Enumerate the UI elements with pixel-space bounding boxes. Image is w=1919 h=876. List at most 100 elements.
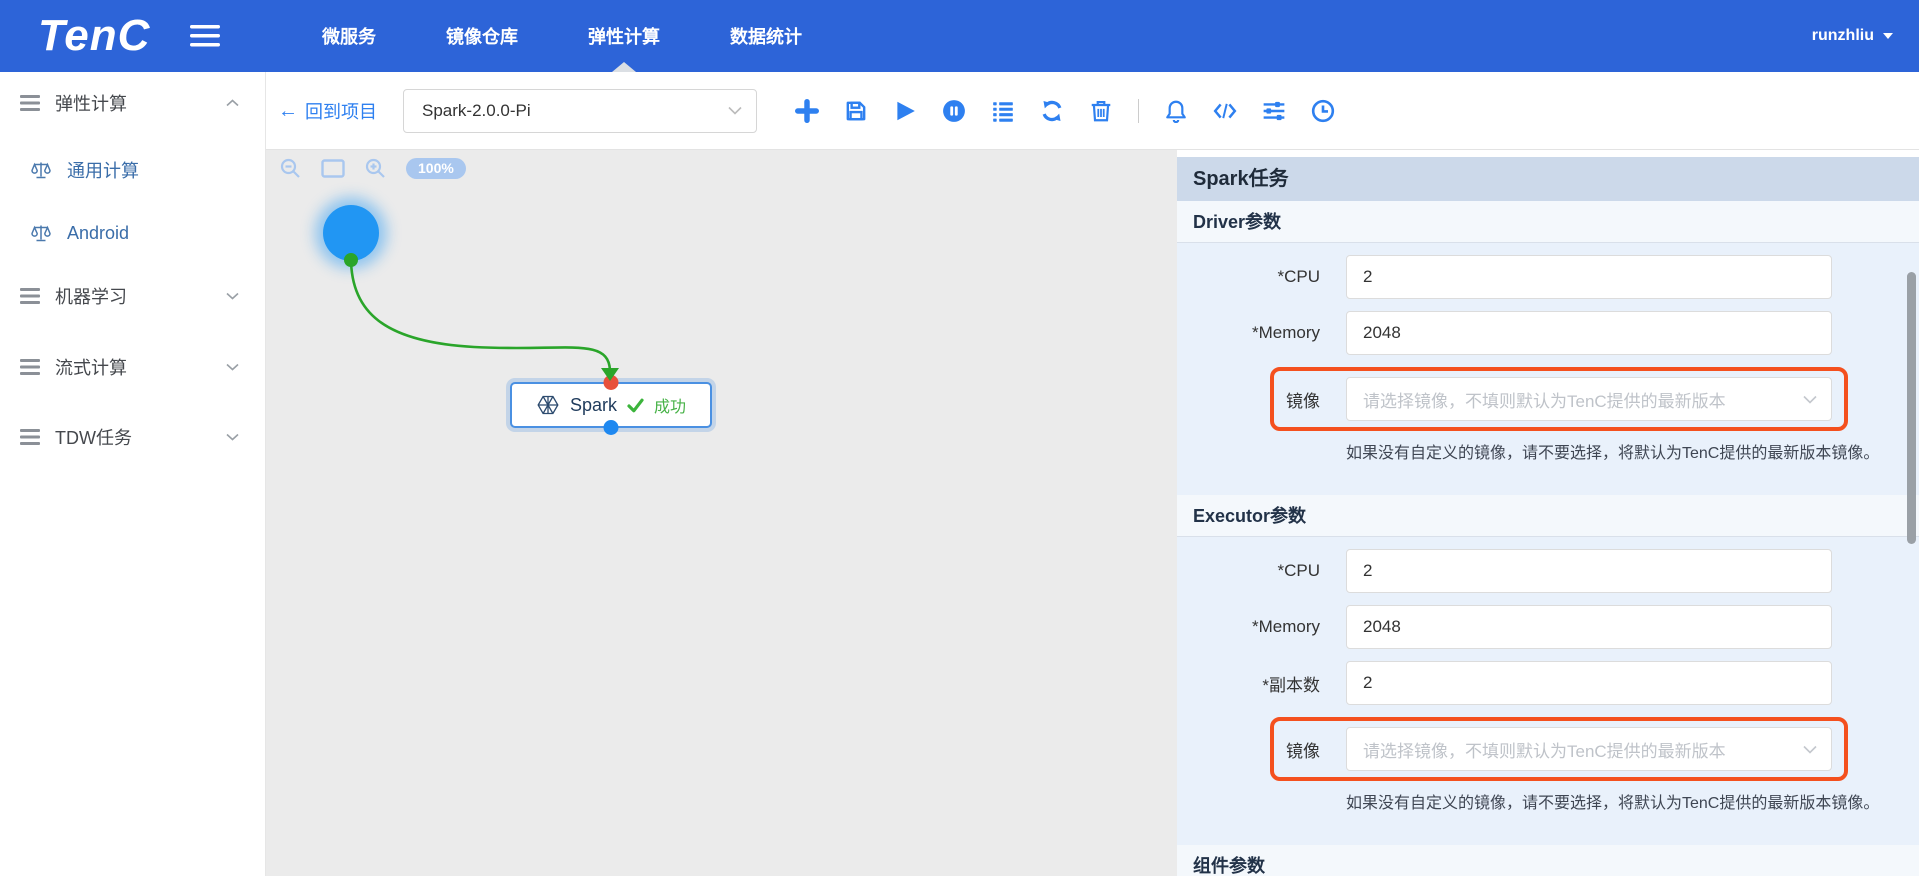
chevron-down-icon: [226, 433, 239, 441]
zoom-out-button[interactable]: [280, 158, 301, 179]
magnifier-minus-icon: [280, 158, 301, 179]
add-node-button[interactable]: [795, 99, 819, 123]
back-arrow-icon: ←: [278, 101, 298, 121]
pause-icon: [942, 99, 966, 123]
chevron-down-icon: [1883, 33, 1893, 39]
top-navigation-bar: TenC 微服务 镜像仓库 弹性计算 数据统计 runzhliu: [0, 0, 1919, 72]
balance-scale-icon: [30, 160, 52, 180]
hexagon-component-icon: [536, 393, 560, 417]
task-config-panel: Spark任务 Driver参数 *CPU *Memory 镜像 请选择镜像，不…: [1177, 150, 1919, 876]
panel-title: Spark任务: [1177, 157, 1919, 201]
executor-memory-input[interactable]: [1346, 605, 1832, 649]
nav-image-registry[interactable]: 镜像仓库: [446, 0, 518, 72]
section-title-component: 组件参数: [1177, 845, 1919, 876]
main-nav: 微服务 镜像仓库 弹性计算 数据统计: [322, 0, 802, 72]
task-list-button[interactable]: [991, 99, 1015, 123]
driver-image-row: 镜像 请选择镜像，不填则默认为TenC提供的最新版本: [1274, 377, 1832, 421]
driver-image-placeholder: 请选择镜像，不填则默认为TenC提供的最新版本: [1363, 387, 1803, 412]
sidebar-item-elastic-computing[interactable]: 弹性计算: [0, 83, 265, 123]
panel-body: Driver参数 *CPU *Memory 镜像 请选择镜像，不填则默认为Ten…: [1177, 201, 1919, 876]
clock-icon: [1311, 99, 1335, 123]
sidebar-item-general-computing[interactable]: 通用计算: [0, 150, 265, 190]
tenc-logo[interactable]: TenC: [38, 11, 150, 61]
zoom-in-button[interactable]: [365, 158, 386, 179]
sidebar: 弹性计算 通用计算 Android 机器学习: [0, 72, 266, 876]
section-title-driver: Driver参数: [1177, 201, 1919, 243]
executor-memory-label: *Memory: [1177, 617, 1320, 637]
driver-image-highlight-annotation: 镜像 请选择镜像，不填则默认为TenC提供的最新版本: [1270, 367, 1848, 431]
start-node-output-port[interactable]: [344, 253, 358, 267]
panel-scrollbar[interactable]: [1907, 272, 1916, 544]
fit-view-button[interactable]: [321, 159, 345, 178]
executor-image-highlight-annotation: 镜像 请选择镜像，不填则默认为TenC提供的最新版本: [1270, 717, 1848, 781]
list-icon: [20, 429, 40, 445]
sidebar-item-machine-learning[interactable]: 机器学习: [0, 276, 265, 316]
pipeline-select-value: Spark-2.0.0-Pi: [422, 101, 531, 121]
list-icon: [991, 99, 1015, 123]
sidebar-item-android[interactable]: Android: [0, 213, 265, 253]
nav-data-statistics[interactable]: 数据统计: [730, 0, 802, 72]
username: runzhliu: [1812, 27, 1874, 45]
executor-memory-row: *Memory: [1177, 605, 1919, 649]
plus-icon: [795, 99, 819, 123]
spark-task-node[interactable]: Spark 成功: [510, 382, 712, 428]
list-icon: [20, 95, 40, 111]
executor-image-helper-text: 如果没有自定义的镜像，请不要选择，将默认为TenC提供的最新版本镜像。: [1346, 789, 1919, 813]
sidebar-item-tdw-tasks[interactable]: TDW任务: [0, 417, 265, 457]
refresh-button[interactable]: [1040, 99, 1064, 123]
pause-button[interactable]: [942, 99, 966, 123]
node-label: Spark: [570, 395, 617, 416]
back-to-project-link[interactable]: ← 回到项目: [278, 98, 377, 124]
parameters-button[interactable]: [1262, 99, 1286, 123]
driver-image-select[interactable]: 请选择镜像，不填则默认为TenC提供的最新版本: [1346, 377, 1832, 421]
nav-elastic-computing[interactable]: 弹性计算: [588, 0, 660, 72]
driver-cpu-input[interactable]: [1346, 255, 1832, 299]
executor-replicas-input[interactable]: [1346, 661, 1832, 705]
code-view-button[interactable]: [1213, 99, 1237, 123]
executor-replicas-label: *副本数: [1177, 671, 1320, 696]
list-icon: [20, 359, 40, 375]
fit-rectangle-icon: [321, 159, 345, 178]
sidebar-item-stream-computing[interactable]: 流式计算: [0, 347, 265, 387]
node-input-port[interactable]: [604, 375, 619, 390]
canvas-zoom-controls: 100%: [280, 158, 466, 179]
driver-memory-row: *Memory: [1177, 311, 1919, 355]
nav-microservices[interactable]: 微服务: [322, 0, 376, 72]
hamburger-icon: [190, 25, 220, 47]
sliders-icon: [1262, 99, 1286, 123]
save-icon: [844, 99, 868, 123]
node-output-port[interactable]: [604, 420, 619, 435]
executor-image-row: 镜像 请选择镜像，不填则默认为TenC提供的最新版本: [1274, 727, 1832, 771]
play-icon: [893, 99, 917, 123]
workflow-canvas[interactable]: 100% Spark 成功: [266, 150, 1177, 876]
bell-icon: [1164, 99, 1188, 123]
connection-edge: [266, 150, 1177, 876]
user-menu[interactable]: runzhliu: [1812, 0, 1893, 72]
run-button[interactable]: [893, 99, 917, 123]
menu-toggle-button[interactable]: [190, 25, 220, 47]
chevron-up-icon: [226, 99, 239, 107]
executor-section: *CPU *Memory *副本数 镜像 请选择镜像，不填则默认为TenC提供的…: [1177, 537, 1919, 813]
chevron-down-icon: [226, 363, 239, 371]
executor-image-placeholder: 请选择镜像，不填则默认为TenC提供的最新版本: [1363, 737, 1803, 762]
driver-section: *CPU *Memory 镜像 请选择镜像，不填则默认为TenC提供的最新版本: [1177, 243, 1919, 463]
driver-image-helper-text: 如果没有自定义的镜像，请不要选择，将默认为TenC提供的最新版本镜像。: [1346, 439, 1919, 463]
executor-cpu-input[interactable]: [1346, 549, 1832, 593]
save-button[interactable]: [844, 99, 868, 123]
delete-button[interactable]: [1089, 99, 1113, 123]
pipeline-select[interactable]: Spark-2.0.0-Pi: [403, 89, 757, 133]
notification-button[interactable]: [1164, 99, 1188, 123]
driver-memory-input[interactable]: [1346, 311, 1832, 355]
history-button[interactable]: [1311, 99, 1335, 123]
magnifier-plus-icon: [365, 158, 386, 179]
chevron-down-icon: [728, 106, 742, 115]
executor-image-select[interactable]: 请选择镜像，不填则默认为TenC提供的最新版本: [1346, 727, 1832, 771]
driver-cpu-label: *CPU: [1177, 267, 1320, 287]
node-status-badge: 成功: [654, 393, 686, 417]
check-icon: [627, 398, 644, 413]
workflow-toolbar: ← 回到项目 Spark-2.0.0-Pi: [266, 72, 1919, 150]
zoom-level-badge: 100%: [406, 158, 466, 179]
driver-image-label: 镜像: [1274, 387, 1320, 412]
list-icon: [20, 288, 40, 304]
section-title-executor: Executor参数: [1177, 495, 1919, 537]
